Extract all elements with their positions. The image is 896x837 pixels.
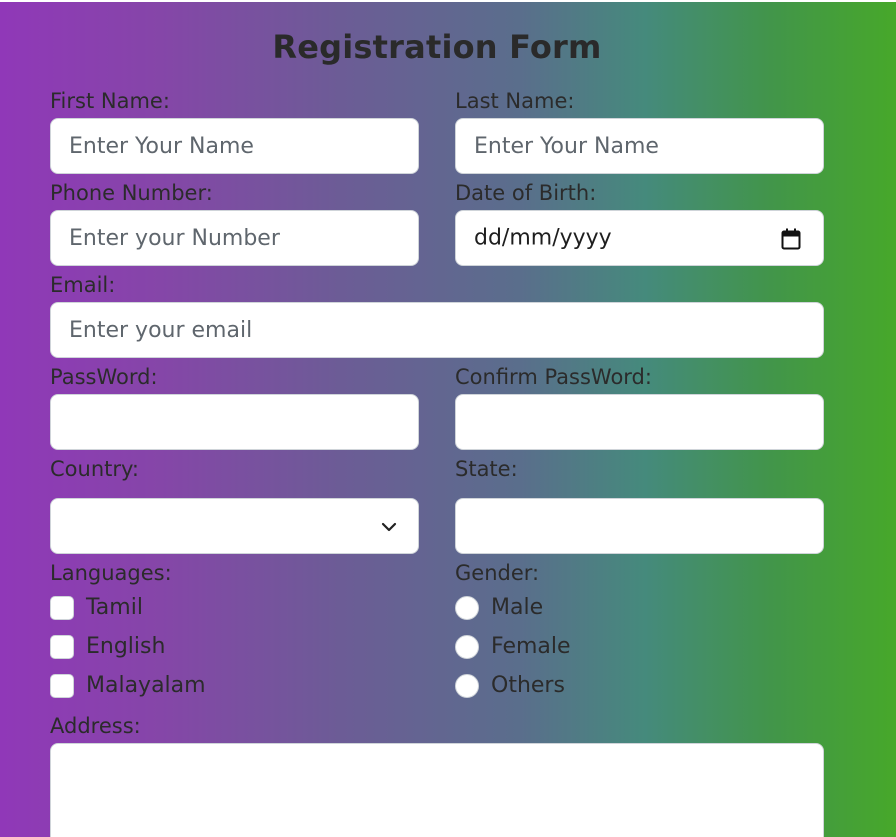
country-label: Country: <box>50 457 139 481</box>
last-name-input[interactable] <box>455 118 824 174</box>
password-input[interactable] <box>50 394 419 450</box>
last-name-label: Last Name: <box>455 89 575 113</box>
page-title: Registration Form <box>272 28 602 66</box>
language-malayalam-checkbox[interactable] <box>50 674 74 698</box>
gender-others-label: Others <box>491 673 565 698</box>
state-input[interactable] <box>455 498 824 554</box>
language-english-checkbox[interactable] <box>50 635 74 659</box>
dob-format-text: dd/mm/yyyy <box>474 225 612 251</box>
languages-label: Languages: <box>50 561 172 585</box>
phone-label: Phone Number: <box>50 181 213 205</box>
gender-male-label: Male <box>491 595 544 620</box>
chevron-down-icon <box>381 522 397 532</box>
first-name-label: First Name: <box>50 89 170 113</box>
first-name-input[interactable] <box>50 118 419 174</box>
email-input[interactable] <box>50 302 824 358</box>
dob-label: Date of Birth: <box>455 181 597 205</box>
address-textarea[interactable] <box>50 743 824 837</box>
language-malayalam-label: Malayalam <box>86 673 206 698</box>
gender-female-radio[interactable] <box>455 635 479 659</box>
gender-label: Gender: <box>455 561 540 585</box>
gender-others-radio[interactable] <box>455 674 479 698</box>
password-label: PassWord: <box>50 365 158 389</box>
language-tamil-checkbox[interactable] <box>50 596 74 620</box>
confirm-password-input[interactable] <box>455 394 824 450</box>
top-border <box>0 0 896 2</box>
gender-male-radio[interactable] <box>455 596 479 620</box>
language-english-label: English <box>86 634 166 659</box>
language-tamil-label: Tamil <box>86 595 143 620</box>
country-select[interactable] <box>50 498 419 554</box>
state-label: State: <box>455 457 518 481</box>
dob-input[interactable]: dd/mm/yyyy <box>455 210 824 266</box>
email-label: Email: <box>50 273 116 297</box>
calendar-icon[interactable] <box>781 228 801 250</box>
phone-input[interactable] <box>50 210 419 266</box>
confirm-password-label: Confirm PassWord: <box>455 365 652 389</box>
address-label: Address: <box>50 714 141 738</box>
gender-female-label: Female <box>491 634 571 659</box>
